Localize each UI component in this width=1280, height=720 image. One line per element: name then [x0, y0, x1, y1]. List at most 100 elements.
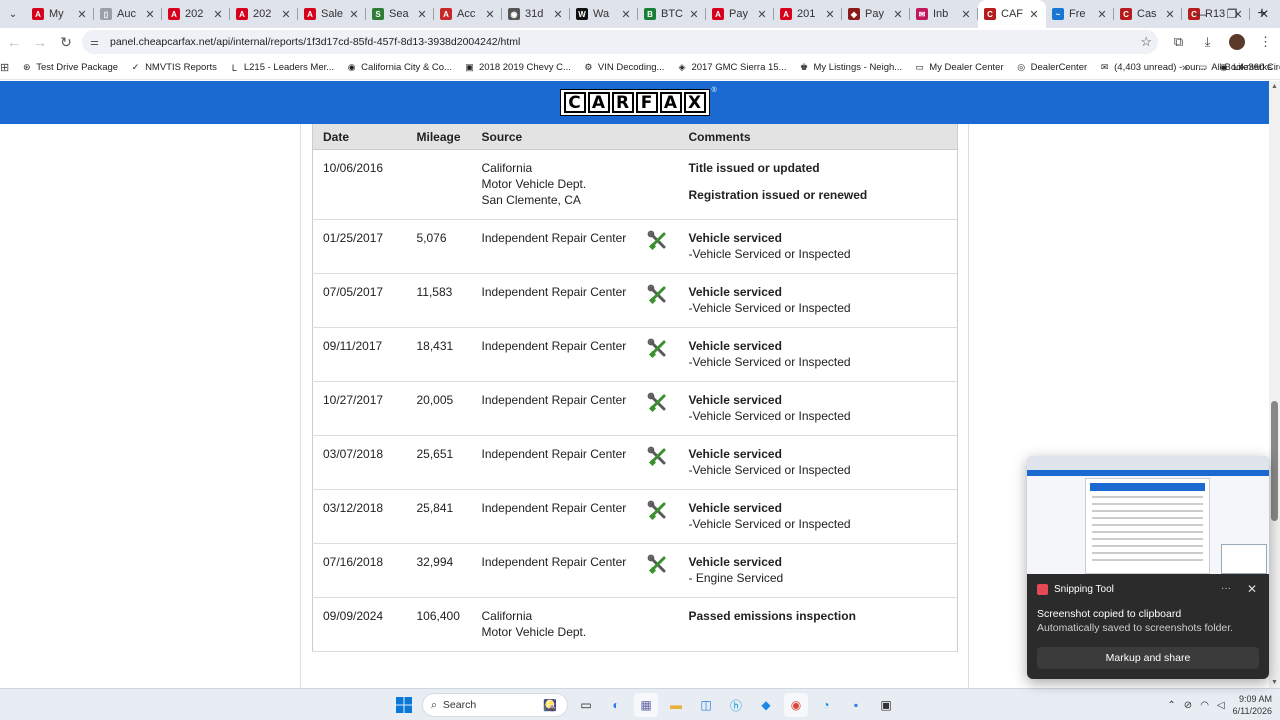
profile-avatar[interactable]: [1222, 34, 1251, 51]
tab-search-icon[interactable]: ⌄: [0, 0, 26, 28]
apps-grid-icon[interactable]: ⊞: [0, 61, 9, 74]
bookmark-item[interactable]: ◎ DealerCenter: [1016, 62, 1088, 73]
scrollbar-thumb[interactable]: [1271, 401, 1278, 521]
bookmark-item[interactable]: ▣ 2018 2019 Chevy C...: [464, 62, 571, 73]
scroll-down-icon[interactable]: ▼: [1271, 679, 1278, 686]
file-explorer-icon[interactable]: ▬: [664, 693, 688, 717]
browser-tab[interactable]: ~ Fre ✕: [1046, 0, 1114, 28]
tab-close-icon[interactable]: ✕: [76, 8, 88, 21]
source-line: Independent Repair Center: [481, 501, 627, 515]
bookmark-item[interactable]: ▭ My Dealer Center: [914, 62, 1003, 73]
store-icon[interactable]: ◫: [694, 693, 718, 717]
browser-tab[interactable]: ▯ Auc ✕: [94, 0, 162, 28]
toolbar-right: ⧉ ⤓ ⋮: [1164, 28, 1280, 56]
edge-icon[interactable]: ◔: [814, 693, 838, 717]
tab-close-icon[interactable]: ✕: [688, 8, 700, 21]
browser-tab[interactable]: A Acc ✕: [434, 0, 502, 28]
browser-tab[interactable]: C Cas ✕: [1114, 0, 1182, 28]
site-info-icon[interactable]: ⚌: [90, 37, 104, 48]
browser-tab[interactable]: ◆ Pay ✕: [842, 0, 910, 28]
reload-icon[interactable]: ↻: [54, 30, 78, 54]
comment-title: Registration issued or renewed: [688, 188, 868, 202]
tab-close-icon[interactable]: ✕: [824, 8, 836, 21]
carfax-logo[interactable]: C A R F A X ®: [559, 87, 717, 116]
browser-tab[interactable]: A 201 ✕: [774, 0, 842, 28]
toast-more-icon[interactable]: ···: [1221, 583, 1231, 594]
screenshot-thumbnail[interactable]: [1027, 456, 1269, 574]
tab-close-icon[interactable]: ✕: [144, 8, 156, 21]
tray-overflow-icon[interactable]: ⌃: [1167, 700, 1175, 711]
browser-tab[interactable]: W Wa ✕: [570, 0, 638, 28]
bookmark-item[interactable]: ⚙ VIN Decoding...: [583, 62, 664, 73]
bookmark-item[interactable]: ⊛ Test Drive Package: [21, 62, 118, 73]
browser-tab[interactable]: S Sea ✕: [366, 0, 434, 28]
tab-close-icon[interactable]: ✕: [620, 8, 632, 21]
history-row: 09/11/2017 18,431 Independent Repair Cente…: [312, 327, 958, 382]
toast-close-icon[interactable]: ✕: [1247, 582, 1257, 596]
bookmark-item[interactable]: ♚ My Listings - Neigh...: [798, 62, 902, 73]
address-bar[interactable]: ⚌ panel.cheapcarfax.net/api/internal/rep…: [82, 30, 1158, 54]
wifi-icon[interactable]: ◠: [1200, 700, 1209, 711]
bookmark-item[interactable]: ◉ California City & Co...: [346, 62, 452, 73]
tab-close-icon[interactable]: ✕: [892, 8, 904, 21]
bookmark-item[interactable]: ◈ 2017 GMC Sierra 15...: [676, 62, 786, 73]
bookmark-item[interactable]: L L215 - Leaders Mer...: [229, 62, 334, 73]
tab-close-icon[interactable]: ✕: [1096, 8, 1108, 21]
page-scrollbar[interactable]: ▲ ▼: [1269, 81, 1280, 688]
browser-tab[interactable]: B BTC ✕: [638, 0, 706, 28]
task-view-icon[interactable]: ▭: [574, 693, 598, 717]
download-icon[interactable]: ⤓: [1193, 34, 1222, 50]
bookmark-item[interactable]: ✓ NMVTIS Reports: [130, 62, 217, 73]
taskbar-search[interactable]: ⌕ Search 🎑: [422, 693, 568, 717]
messenger-icon[interactable]: ▪: [844, 693, 868, 717]
toast-app-name: Snipping Tool: [1054, 583, 1114, 595]
browser-tab[interactable]: A 202 ✕: [230, 0, 298, 28]
all-bookmarks-button[interactable]: ▭ All Bookmarks: [1198, 62, 1272, 73]
snipping-tool-toast[interactable]: Snipping Tool ··· ✕ Screenshot copied to…: [1027, 456, 1269, 679]
network-off-icon[interactable]: ⊘: [1184, 700, 1192, 711]
maximize-icon[interactable]: ❐: [1216, 0, 1248, 28]
tab-close-icon[interactable]: ✕: [960, 8, 972, 21]
minimize-icon[interactable]: —: [1184, 0, 1216, 28]
browser-tab[interactable]: A Sale ✕: [298, 0, 366, 28]
tab-close-icon[interactable]: ✕: [416, 8, 428, 21]
security-icon[interactable]: ◆: [754, 693, 778, 717]
browser-tab[interactable]: C CAF ✕: [978, 0, 1046, 28]
tab-close-icon[interactable]: ✕: [484, 8, 496, 21]
browser-tab[interactable]: ✉ Inb ✕: [910, 0, 978, 28]
bookmark-label: (4,403 unread) - our...: [1114, 62, 1207, 73]
menu-kebab-icon[interactable]: ⋮: [1251, 34, 1280, 50]
tab-close-icon[interactable]: ✕: [552, 8, 564, 21]
volume-icon[interactable]: ◁: [1217, 700, 1225, 711]
close-window-icon[interactable]: ✕: [1248, 0, 1280, 28]
bookmark-star-icon[interactable]: ☆: [1140, 34, 1152, 50]
hp-icon[interactable]: ⓗ: [724, 693, 748, 717]
tab-close-icon[interactable]: ✕: [212, 8, 224, 21]
browser-tab[interactable]: ◉ 31d ✕: [502, 0, 570, 28]
markup-and-share-button[interactable]: Markup and share: [1037, 647, 1259, 669]
tab-close-icon[interactable]: ✕: [1164, 8, 1176, 21]
bookmark-item[interactable]: ✉ (4,403 unread) - our...: [1099, 62, 1206, 73]
row-icon-cell: [637, 381, 679, 436]
browser-tab[interactable]: A Pay ✕: [706, 0, 774, 28]
scroll-up-icon[interactable]: ▲: [1271, 83, 1278, 90]
teams-icon[interactable]: ▦: [634, 693, 658, 717]
bookmarks-overflow-icon[interactable]: »: [1182, 62, 1188, 74]
extensions-icon[interactable]: ⧉: [1164, 34, 1193, 50]
browser-tab[interactable]: A 202 ✕: [162, 0, 230, 28]
terminal-icon[interactable]: ▣: [874, 693, 898, 717]
clock[interactable]: 9:09 AM 6/11/2026: [1233, 693, 1272, 717]
back-icon[interactable]: ←: [2, 30, 26, 54]
browser-tab[interactable]: A My ✕: [26, 0, 94, 28]
start-icon[interactable]: [392, 693, 416, 717]
chrome-icon[interactable]: ◉: [784, 693, 808, 717]
tab-title: Sea: [389, 8, 409, 20]
tab-close-icon[interactable]: ✕: [1028, 8, 1040, 21]
tab-close-icon[interactable]: ✕: [348, 8, 360, 21]
tab-close-icon[interactable]: ✕: [756, 8, 768, 21]
forward-icon[interactable]: →: [28, 30, 52, 54]
copilot-icon[interactable]: ◐: [604, 693, 628, 717]
bookmark-label: DealerCenter: [1030, 62, 1088, 73]
tab-close-icon[interactable]: ✕: [280, 8, 292, 21]
bookmark-label: California City & Co...: [361, 62, 452, 73]
